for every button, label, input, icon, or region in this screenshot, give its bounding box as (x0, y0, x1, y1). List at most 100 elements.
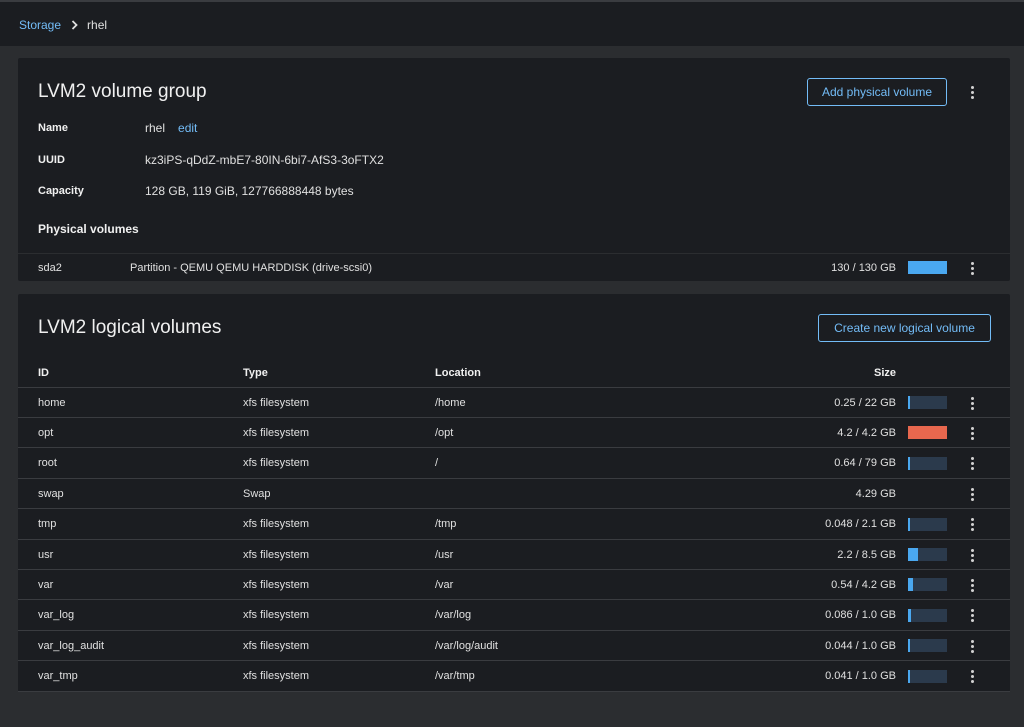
lv-size: 0.086 / 1.0 GB (825, 609, 896, 622)
col-header-type[interactable]: Type (243, 367, 268, 379)
lv-usage-bar (908, 456, 947, 470)
lv-id: var_tmp (38, 670, 78, 683)
lv-usage-fill (908, 548, 918, 561)
lv-usage-bar (908, 548, 947, 561)
physical-volumes-heading: Physical volumes (38, 222, 139, 236)
volume-group-kebab-icon[interactable] (966, 84, 978, 100)
lv-size: 4.2 / 4.2 GB (837, 426, 896, 439)
table-row[interactable]: var xfs filesystem/var 0.54 / 4.2 GB (18, 570, 1010, 601)
create-logical-volume-button[interactable]: Create new logical volume (818, 314, 991, 342)
pv-description: Partition - QEMU QEMU HARDDISK (drive-sc… (130, 261, 373, 274)
pv-usage-bar (908, 261, 947, 274)
name-value: rhel (145, 121, 166, 135)
lv-kebab-icon[interactable] (966, 608, 978, 624)
lv-size: 4.29 GB (855, 487, 896, 500)
edit-name-link[interactable]: edit (178, 121, 197, 135)
lv-type: xfs filesystem (243, 639, 310, 652)
lv-size: 0.048 / 2.1 GB (825, 518, 896, 531)
lv-type: xfs filesystem (243, 609, 310, 622)
name-label: Name (38, 122, 68, 134)
breadcrumb: Storage rhel (19, 18, 107, 32)
volume-group-card: LVM2 volume group Add physical volume Na… (18, 58, 1010, 281)
lv-kebab-icon[interactable] (966, 395, 978, 411)
lv-type: xfs filesystem (243, 548, 310, 561)
lv-usage-fill (908, 608, 911, 622)
lv-table-header: ID Type Location Size (18, 358, 1010, 388)
lv-type: xfs filesystem (243, 578, 310, 591)
lv-size: 0.25 / 22 GB (834, 396, 896, 409)
table-row[interactable]: var_tmp xfs filesystem/var/tmp 0.041 / 1.0… (18, 662, 1010, 692)
pv-kebab-icon[interactable] (966, 260, 978, 276)
lv-usage-fill (908, 426, 947, 440)
lv-size: 0.044 / 1.0 GB (825, 639, 896, 652)
lv-kebab-icon[interactable] (966, 577, 978, 593)
lv-usage-fill (908, 639, 910, 653)
lv-usage-bar (908, 396, 947, 409)
col-header-location[interactable]: Location (435, 367, 481, 379)
logical-volumes-title: LVM2 logical volumes (38, 317, 222, 338)
add-physical-volume-button[interactable]: Add physical volume (807, 78, 947, 106)
logical-volumes-card: LVM2 logical volumes Create new logical … (18, 294, 1010, 692)
lv-size: 2.2 / 8.5 GB (837, 548, 896, 561)
lv-location: /home (435, 396, 466, 409)
lv-kebab-icon[interactable] (966, 456, 978, 472)
lv-type: xfs filesystem (243, 426, 310, 439)
lv-location: /var/tmp (435, 670, 475, 683)
capacity-label: Capacity (38, 185, 84, 197)
name-row: Name rhel edit (38, 120, 197, 136)
lv-id: var_log_audit (38, 639, 105, 652)
col-header-size[interactable]: Size (874, 367, 896, 379)
uuid-label: UUID (38, 154, 65, 166)
lv-kebab-icon[interactable] (966, 547, 978, 563)
table-row[interactable]: var_log xfs filesystem/var/log 0.086 / 1.0… (18, 601, 1010, 631)
lv-type: xfs filesystem (243, 670, 310, 683)
lv-kebab-icon[interactable] (966, 638, 978, 654)
lv-size: 0.041 / 1.0 GB (825, 670, 896, 683)
table-row[interactable]: home xfs filesystem/home 0.25 / 22 GB (18, 388, 1010, 418)
table-row[interactable]: var_log_audit xfs filesystem/var/log/audi… (18, 631, 1010, 662)
lv-location: /usr (435, 548, 454, 561)
pv-id: sda2 (38, 261, 62, 274)
lv-usage-bar (908, 669, 947, 683)
lv-id: root (38, 457, 57, 470)
uuid-row: UUID kz3iPS-qDdZ-mbE7-80IN-6bi7-AfS3-3oF… (38, 152, 384, 168)
lv-usage-bar (908, 517, 947, 531)
lv-location: /tmp (435, 518, 457, 531)
lv-size: 0.64 / 79 GB (834, 457, 896, 470)
lv-kebab-icon[interactable] (966, 669, 978, 685)
breadcrumb-current: rhel (87, 18, 108, 32)
breadcrumb-storage-link[interactable]: Storage (19, 18, 61, 32)
lv-kebab-icon[interactable] (966, 425, 978, 441)
lv-usage-bar (908, 639, 947, 653)
table-row[interactable]: root xfs filesystem / 0.64 / 79 GB (18, 449, 1010, 479)
physical-volume-row[interactable]: sda2 Partition - QEMU QEMU HARDDISK (dri… (18, 253, 1010, 281)
header-divider (0, 0, 1024, 2)
table-row[interactable]: swap Swap 4.29 GB (18, 479, 1010, 510)
lv-type: xfs filesystem (243, 457, 310, 470)
pv-usage-fill (908, 261, 947, 274)
top-header: Storage rhel (0, 0, 1024, 46)
lv-id: swap (38, 487, 64, 500)
table-row[interactable]: tmp xfs filesystem/tmp 0.048 / 2.1 GB (18, 510, 1010, 540)
table-row[interactable]: usr xfs filesystem/usr 2.2 / 8.5 GB (18, 540, 1010, 570)
lv-kebab-icon[interactable] (966, 517, 978, 533)
capacity-row: Capacity 128 GB, 119 GiB, 127766888448 b… (38, 183, 354, 199)
table-row[interactable]: opt xfs filesystem/opt 4.2 / 4.2 GB (18, 418, 1010, 449)
lv-type: xfs filesystem (243, 396, 310, 409)
lv-usage-fill (908, 669, 910, 683)
lv-kebab-icon[interactable] (966, 486, 978, 502)
lv-id: tmp (38, 518, 57, 531)
lv-usage-fill (908, 456, 910, 470)
lv-location: /opt (435, 426, 454, 439)
lv-id: var (38, 578, 54, 591)
lv-id: home (38, 396, 66, 409)
lv-type: Swap (243, 487, 271, 500)
lv-usage-fill (908, 396, 910, 409)
col-header-id[interactable]: ID (38, 367, 49, 379)
capacity-value: 128 GB, 119 GiB, 127766888448 bytes (145, 184, 354, 198)
lv-id: var_log (38, 609, 75, 622)
lv-location: /var/log/audit (435, 639, 498, 652)
lv-usage-fill (908, 578, 913, 592)
lv-id: usr (38, 548, 54, 561)
chevron-right-icon (71, 20, 78, 30)
